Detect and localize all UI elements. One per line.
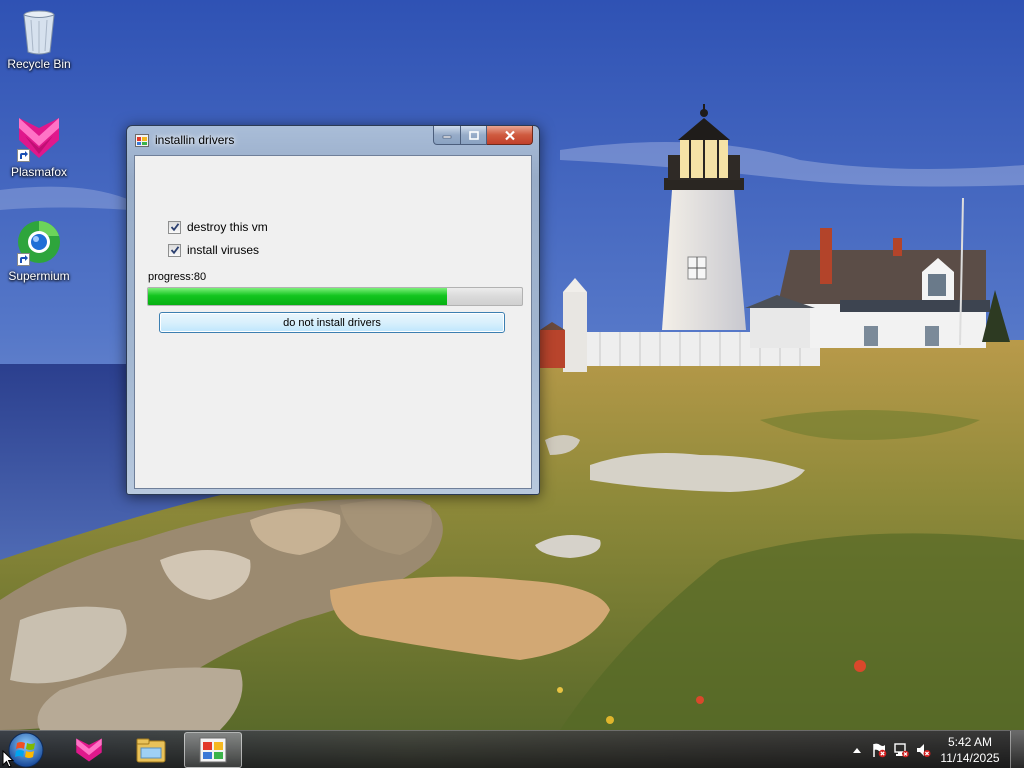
taskbar-plasmafox[interactable]	[60, 732, 118, 768]
taskbar-explorer[interactable]	[122, 732, 180, 768]
checkbox-box[interactable]	[168, 243, 181, 257]
volume-muted-icon	[917, 744, 931, 757]
show-desktop-button[interactable]	[1010, 731, 1024, 768]
minimize-button[interactable]	[433, 126, 461, 145]
taskbar-installer[interactable]	[184, 732, 242, 768]
desktop-icon-label: Recycle Bin	[7, 57, 71, 71]
desktop-icon-recycle-bin[interactable]: Recycle Bin	[1, 6, 77, 71]
taskbar: 5:42 AM 11/14/2025	[0, 730, 1024, 768]
plasmafox-icon	[15, 114, 63, 162]
do-not-install-button[interactable]: do not install drivers	[159, 312, 505, 333]
progress-bar	[147, 287, 523, 306]
desktop-icon-supermium[interactable]: Supermium	[1, 218, 77, 283]
desktop-icon-plasmafox[interactable]: Plasmafox	[1, 114, 77, 179]
close-button[interactable]	[487, 126, 533, 145]
progress-bar-fill	[148, 288, 448, 305]
clock-date: 11/14/2025	[940, 751, 1000, 765]
installer-window: installin drivers destroy this vm instal…	[126, 125, 540, 495]
supermium-icon	[15, 218, 63, 266]
checkmark-icon	[170, 223, 179, 232]
explorer-taskbar-icon	[136, 738, 166, 763]
progress-label: progress:80	[148, 271, 207, 283]
flag-icon	[873, 743, 887, 758]
chevron-up-icon	[853, 748, 861, 753]
mouse-cursor-icon	[2, 750, 15, 768]
shortcut-arrow-icon	[17, 253, 30, 266]
system-tray: 5:42 AM 11/14/2025	[846, 731, 1024, 768]
tray-action-center[interactable]	[868, 731, 890, 768]
window-client-area: destroy this vm install viruses progress…	[134, 155, 532, 489]
tray-volume[interactable]	[912, 731, 934, 768]
minimize-icon	[442, 135, 452, 139]
taskbar-clock[interactable]: 5:42 AM 11/14/2025	[934, 734, 1006, 766]
maximize-button[interactable]	[461, 126, 487, 145]
checkbox-install-viruses[interactable]: install viruses	[168, 243, 259, 257]
shortcut-arrow-icon	[17, 149, 30, 162]
checkbox-label: destroy this vm	[187, 220, 268, 234]
app-taskbar-icon	[199, 737, 227, 763]
maximize-icon	[468, 130, 479, 140]
desktop-icon-label: Plasmafox	[10, 165, 68, 179]
checkmark-icon	[170, 246, 179, 255]
checkbox-box[interactable]	[168, 220, 181, 234]
close-icon	[504, 130, 515, 140]
window-title: installin drivers	[155, 133, 235, 147]
app-icon	[135, 134, 149, 147]
desktop-icon-label: Supermium	[8, 269, 70, 283]
window-titlebar[interactable]: installin drivers	[127, 126, 539, 154]
recycle-bin-icon	[15, 6, 63, 55]
checkbox-destroy-vm[interactable]: destroy this vm	[168, 220, 268, 234]
plasmafox-taskbar-icon	[76, 738, 102, 762]
tray-show-hidden-button[interactable]	[846, 731, 868, 768]
clock-time: 5:42 AM	[947, 735, 993, 749]
network-icon	[894, 743, 909, 758]
checkbox-label: install viruses	[187, 243, 260, 257]
tray-network[interactable]	[890, 731, 912, 768]
